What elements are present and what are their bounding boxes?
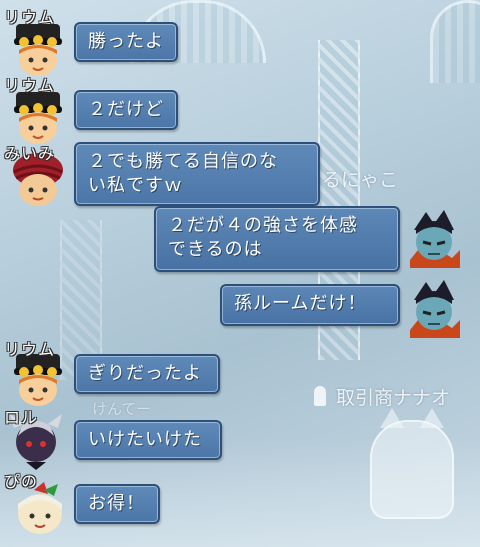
player-name-label: るにゃこ (322, 169, 399, 191)
rium-avatar-icon[interactable] (8, 20, 68, 80)
rium-avatar-icon[interactable] (8, 88, 68, 148)
chat-bubble: ２だが４の強さを体感 できるのは (154, 206, 400, 272)
speaker-name: ぴの (4, 472, 39, 491)
speaker-name: ロル (4, 408, 39, 427)
cat-npc-silhouette (370, 408, 454, 519)
speaker-name: リウム (4, 340, 56, 359)
npc-marker-icon (314, 386, 326, 406)
npc-name-label: 取引商ナナオ (336, 387, 451, 409)
game-world-background: るにゃこ 取引商ナナオ けんてー (0, 0, 480, 547)
self-avatar-icon[interactable] (404, 210, 464, 270)
speaker-name: リウム (4, 76, 56, 95)
chat-bubble: 勝ったよ (74, 22, 178, 62)
chat-bubble: いけたいけた (74, 420, 222, 460)
chat-bubble: お得！ (74, 484, 160, 524)
chat-bubble: ２だけど (74, 90, 178, 130)
stained-glass-window (430, 0, 480, 83)
chat-bubble: ぎりだったよ (74, 354, 220, 394)
chat-bubble: ２でも勝てる自信のな い私ですｗ (74, 142, 320, 206)
self-avatar-icon[interactable] (404, 280, 464, 340)
chat-bubble: 孫ルームだけ！ (220, 284, 400, 326)
speaker-name: みいみ (4, 144, 56, 163)
faded-name-label: けんてー (92, 400, 152, 418)
speaker-name: リウム (4, 8, 56, 27)
